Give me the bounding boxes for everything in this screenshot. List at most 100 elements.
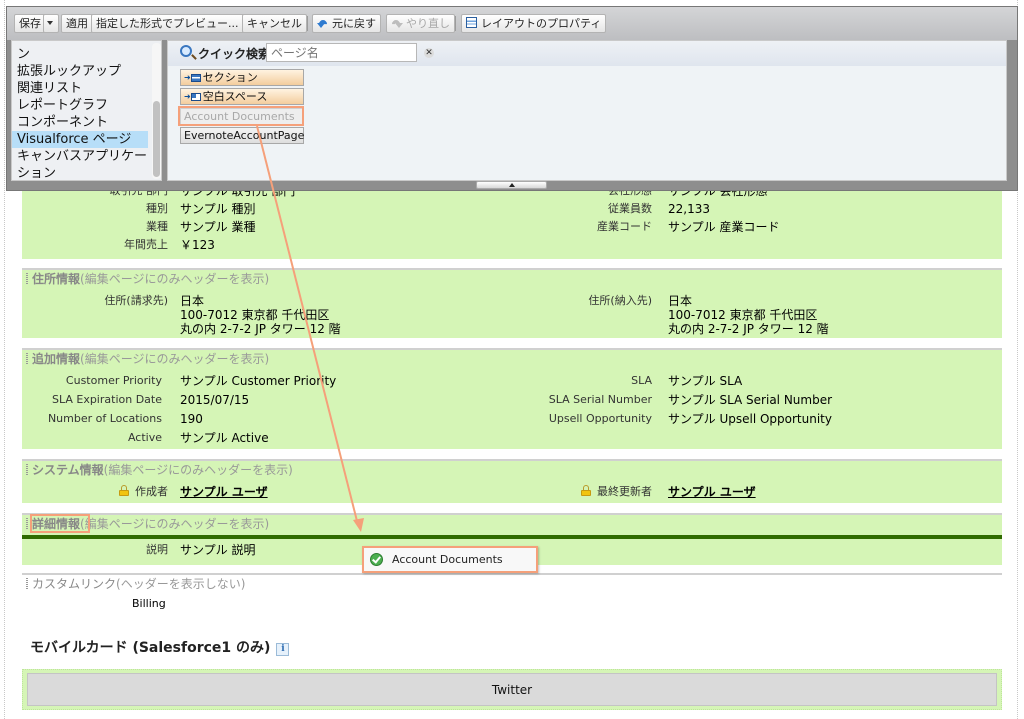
scrollbar-thumb[interactable]	[153, 101, 160, 177]
palette-element-evernote-account-page[interactable]: EvernoteAccountPage	[180, 127, 304, 144]
address-line: 100-7012 東京都 千代田区	[668, 308, 818, 322]
section-title: 住所情報	[32, 272, 81, 286]
section-title-highlight	[30, 514, 90, 533]
section-header[interactable]: システム情報(編集ページにのみヘッダーを表示)	[22, 461, 1002, 479]
field-value-shipping-address[interactable]: 日本 100-7012 東京都 千代田区 丸の内 2-7-2 JP タワー 12…	[668, 294, 829, 336]
field-label: Active	[127, 431, 162, 444]
preview-as-button[interactable]: 指定した形式でプレビュー...	[91, 14, 253, 33]
undo-button[interactable]: 元に戻す	[312, 14, 381, 33]
toolbar-divider	[307, 16, 308, 31]
field-value-industry[interactable]: サンプル 業種	[180, 218, 255, 236]
category-item[interactable]: 拡張ルックアップ	[12, 63, 148, 80]
drop-indicator-line	[22, 535, 1002, 539]
palette-category-list[interactable]: ーーーーーーー ン拡張ルックアップ関連リストレポートグラフコンポーネントVisu…	[11, 40, 162, 181]
quick-search-label: クイック検索	[198, 47, 271, 61]
section-subtitle: (ヘッダーを表示しない)	[116, 577, 246, 591]
section-header[interactable]: 住所情報(編集ページにのみヘッダーを表示)	[22, 270, 1002, 288]
field-label-sic-code: 産業コード	[597, 220, 652, 233]
lock-icon	[119, 485, 129, 496]
blank-space-icon	[190, 93, 201, 101]
category-item[interactable]: キャンバスアプリケーション	[12, 148, 148, 180]
field-label-billing-address: 住所(請求先)	[104, 294, 168, 307]
section-header[interactable]: 追加情報(編集ページにのみヘッダーを表示)	[22, 350, 1002, 368]
drag-grip-icon[interactable]	[26, 353, 28, 364]
field-label: Number of Locations	[47, 412, 162, 425]
category-item[interactable]: 関連リスト	[12, 80, 148, 97]
field-value[interactable]: サンプル SLA Serial Number	[668, 391, 832, 409]
category-item[interactable]: ン	[12, 46, 148, 63]
palette-element-label: セクション	[202, 71, 258, 84]
category-scrollbar[interactable]	[152, 43, 161, 179]
field-value-created-by[interactable]: サンプル ユーザ	[180, 483, 268, 501]
undo-icon	[317, 18, 329, 28]
field-label-text: 最終更新者	[597, 485, 652, 498]
toolbar: 保存 適用 指定した形式でプレビュー... キャンセル 元に戻す やり直し レイ…	[7, 7, 1017, 40]
category-item[interactable]: コンポーネント	[12, 114, 148, 131]
drag-grip-icon[interactable]	[26, 464, 28, 475]
field-value[interactable]: サンプル Upsell Opportunity	[668, 410, 832, 428]
quick-search-input[interactable]	[266, 43, 417, 62]
clear-icon[interactable]: ✕	[424, 48, 434, 58]
toolbar-divider	[455, 16, 456, 31]
preview-as-label: 指定した形式でプレビュー...	[96, 17, 239, 30]
cancel-button[interactable]: キャンセル	[242, 14, 307, 33]
redo-icon	[391, 18, 403, 28]
section-custom-links[interactable]: カスタムリンク(ヘッダーを表示しない) Billing	[22, 573, 1002, 613]
field-value-billing-address[interactable]: 日本 100-7012 東京都 千代田区 丸の内 2-7-2 JP タワー 12…	[180, 294, 341, 336]
redo-button[interactable]: やり直し	[386, 14, 455, 33]
custom-link-billing[interactable]: Billing	[132, 595, 166, 613]
section-title: カスタムリンク	[32, 577, 117, 591]
collapse-palette-handle[interactable]	[476, 181, 547, 189]
chevron-down-icon	[47, 21, 53, 25]
category-list: ーーーーーーー ン拡張ルックアップ関連リストレポートグラフコンポーネントVisu…	[12, 41, 148, 180]
layout-properties-button[interactable]: レイアウトのプロパティ	[461, 14, 607, 33]
field-label-text: 作成者	[135, 485, 168, 498]
field-value-sic-code[interactable]: サンプル 産業コード	[668, 218, 779, 236]
category-item[interactable]: Visualforce ページ	[12, 131, 148, 148]
field-value-description[interactable]: サンプル 説明	[180, 541, 255, 559]
palette-element-section[interactable]: ➜ セクション	[180, 69, 304, 86]
address-line: 日本	[180, 294, 205, 308]
mobile-card-twitter[interactable]: Twitter	[27, 673, 997, 706]
address-line: 日本	[668, 294, 693, 308]
field-label-annual-revenue: 年間売上	[124, 238, 168, 251]
field-value[interactable]: 190	[180, 410, 203, 428]
field-label: Customer Priority	[65, 374, 162, 387]
info-icon[interactable]: i	[276, 643, 290, 656]
drag-grip-icon[interactable]	[26, 578, 28, 589]
save-dropdown-button[interactable]	[43, 14, 59, 33]
field-value[interactable]: サンプル Active	[180, 429, 269, 447]
lock-icon	[581, 485, 591, 496]
field-label-industry: 業種	[146, 220, 168, 233]
mobile-cards-container[interactable]: Twitter	[22, 669, 1002, 710]
drag-tooltip-label: Account Documents	[392, 553, 503, 566]
mobile-cards-title-text: モバイルカード (Salesforce1 のみ)	[30, 640, 271, 656]
field-value-modified-by[interactable]: サンプル ユーザ	[668, 483, 756, 501]
field-value-type[interactable]: サンプル 種別	[180, 200, 255, 218]
drag-grip-icon[interactable]	[26, 518, 28, 529]
drag-grip-icon[interactable]	[26, 273, 28, 284]
section-system-info[interactable]: システム情報(編集ページにのみヘッダーを表示) 作成者 サンプル ユーザ 最終更…	[22, 459, 1002, 503]
section-title: システム情報	[32, 463, 104, 477]
category-item[interactable]: レポートグラフ	[12, 97, 148, 114]
section-address-info[interactable]: 住所情報(編集ページにのみヘッダーを表示) 住所(請求先) 日本 100-701…	[22, 268, 1002, 338]
field-value[interactable]: サンプル SLA	[668, 372, 742, 390]
section-header[interactable]: カスタムリンク(ヘッダーを表示しない)	[22, 575, 1002, 593]
section-header[interactable]: 詳細情報(編集ページにのみヘッダーを表示)	[22, 515, 1002, 533]
save-button[interactable]: 保存	[14, 14, 46, 33]
palette-element-label: 空白スペース	[202, 90, 268, 103]
mobile-cards-title: モバイルカード (Salesforce1 のみ) i	[30, 637, 290, 657]
field-label-description: 説明	[146, 543, 168, 556]
field-value[interactable]: 2015/07/15	[180, 391, 249, 409]
section-additional-info[interactable]: 追加情報(編集ページにのみヘッダーを表示) Customer Priority …	[22, 348, 1002, 449]
field-value-annual-revenue[interactable]: ￥123	[180, 236, 215, 254]
add-arrow-icon: ➜	[184, 92, 191, 101]
field-value[interactable]: サンプル Customer Priority	[180, 372, 336, 390]
section-icon	[190, 74, 201, 82]
field-label-employees: 従業員数	[608, 202, 652, 215]
quick-search-bar: クイック検索 ✕	[168, 41, 1006, 66]
palette-element-blank-space[interactable]: ➜ 空白スペース	[180, 88, 304, 105]
field-value-employees[interactable]: 22,133	[668, 200, 710, 218]
apply-button[interactable]: 適用	[61, 14, 93, 33]
field-label-modified-by: 最終更新者	[542, 483, 652, 501]
